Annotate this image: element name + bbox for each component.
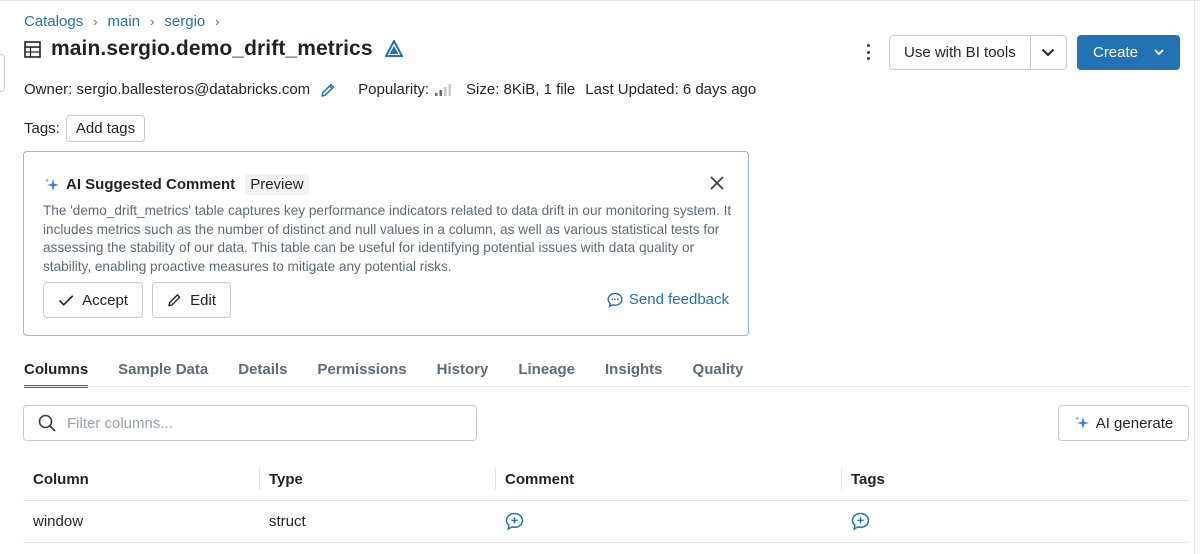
pencil-icon: [168, 294, 181, 307]
speech-bubble-icon: [607, 292, 623, 308]
tags-row: Tags: Add tags: [24, 115, 146, 142]
tab-details[interactable]: Details: [238, 357, 287, 388]
send-feedback-link[interactable]: Send feedback: [607, 291, 729, 308]
title-row: main.sergio.demo_drift_metrics: [24, 37, 403, 61]
breadcrumb-catalogs[interactable]: Catalogs: [24, 13, 83, 30]
breadcrumb-sergio[interactable]: sergio: [164, 13, 205, 30]
tab-history[interactable]: History: [437, 357, 489, 388]
more-options-icon[interactable]: [860, 42, 876, 62]
use-with-bi-tools-button[interactable]: Use with BI tools: [889, 35, 1031, 70]
filter-columns-input[interactable]: [65, 413, 465, 433]
ai-card-title: AI Suggested Comment: [66, 176, 236, 193]
send-feedback-label: Send feedback: [628, 291, 729, 308]
chevron-down-icon: [1042, 48, 1055, 57]
column-tags-cell: [841, 500, 1189, 543]
tab-quality[interactable]: Quality: [693, 357, 744, 388]
ai-generate-button[interactable]: AI generate: [1058, 405, 1189, 441]
breadcrumb-separator: ›: [150, 14, 155, 29]
owner-text: Owner: sergio.ballesteros@databricks.com: [24, 81, 311, 98]
ai-suggested-comment-text: The 'demo_drift_metrics' table captures …: [43, 203, 732, 274]
search-icon: [38, 414, 56, 432]
table-row: window struct: [23, 500, 1189, 543]
table-header-row: Column Type Comment Tags: [23, 459, 1189, 501]
tab-insights[interactable]: Insights: [605, 357, 663, 388]
column-name-cell: window: [23, 500, 259, 543]
add-tags-button[interactable]: Add tags: [65, 115, 146, 142]
bi-tools-dropdown-button[interactable]: [1030, 35, 1067, 70]
header-comment[interactable]: Comment: [495, 459, 841, 501]
header-tags[interactable]: Tags: [841, 459, 1189, 501]
table-icon: [24, 40, 41, 58]
tags-label: Tags:: [24, 120, 60, 137]
tab-permissions[interactable]: Permissions: [317, 357, 406, 388]
add-comment-icon[interactable]: [505, 512, 524, 531]
column-type-cell: struct: [259, 500, 495, 543]
filter-columns-box: [23, 405, 477, 441]
tab-sample-data[interactable]: Sample Data: [118, 357, 208, 388]
detail-tabs: Columns Sample Data Details Permissions …: [24, 357, 773, 388]
tab-columns[interactable]: Columns: [24, 357, 89, 388]
ai-suggested-comment-card: AI Suggested Comment Preview The 'demo_d…: [23, 151, 749, 336]
preview-badge: Preview: [245, 174, 309, 195]
accept-button-label: Accept: [82, 291, 128, 309]
breadcrumb-separator: ›: [215, 14, 220, 29]
accept-button[interactable]: Accept: [43, 282, 143, 318]
table-metadata: Owner: sergio.ballesteros@databricks.com…: [24, 81, 756, 98]
edit-owner-pencil-icon[interactable]: [320, 82, 336, 98]
close-icon[interactable]: [708, 174, 726, 192]
page-title: main.sergio.demo_drift_metrics: [51, 37, 373, 60]
edit-button[interactable]: Edit: [152, 282, 231, 318]
sparkle-icon: [44, 177, 59, 191]
size-text: Size: 8KiB, 1 file: [466, 81, 576, 98]
last-updated-text: Last Updated: 6 days ago: [585, 81, 757, 98]
sparkle-icon: [1074, 416, 1089, 429]
ai-card-header: AI Suggested Comment Preview: [44, 174, 309, 195]
popularity-label: Popularity:: [358, 81, 430, 98]
edit-button-label: Edit: [190, 291, 216, 309]
tab-lineage[interactable]: Lineage: [518, 357, 575, 388]
breadcrumb-separator: ›: [93, 14, 98, 29]
right-border: [1194, 0, 1195, 554]
checkmark-icon: [58, 294, 74, 306]
top-border: [0, 0, 1200, 1]
chevron-down-icon: [1154, 49, 1164, 56]
bi-tools-group: Use with BI tools: [889, 35, 1067, 70]
tabs-divider: [24, 386, 1190, 387]
ai-generate-label: AI generate: [1095, 414, 1174, 432]
delta-lake-icon: [384, 40, 403, 57]
breadcrumb: Catalogs › main › sergio ›: [24, 13, 220, 30]
create-button[interactable]: Create: [1077, 35, 1180, 70]
popularity-bars-icon: [435, 83, 452, 96]
columns-table: Column Type Comment Tags window struct: [23, 459, 1189, 543]
breadcrumb-main[interactable]: main: [108, 13, 141, 30]
side-panel-handle[interactable]: [0, 54, 5, 92]
add-tag-icon[interactable]: [851, 512, 870, 531]
column-comment-cell: [495, 500, 841, 543]
header-type[interactable]: Type: [259, 459, 495, 501]
create-button-label: Create: [1092, 44, 1139, 61]
header-column[interactable]: Column: [23, 459, 259, 501]
